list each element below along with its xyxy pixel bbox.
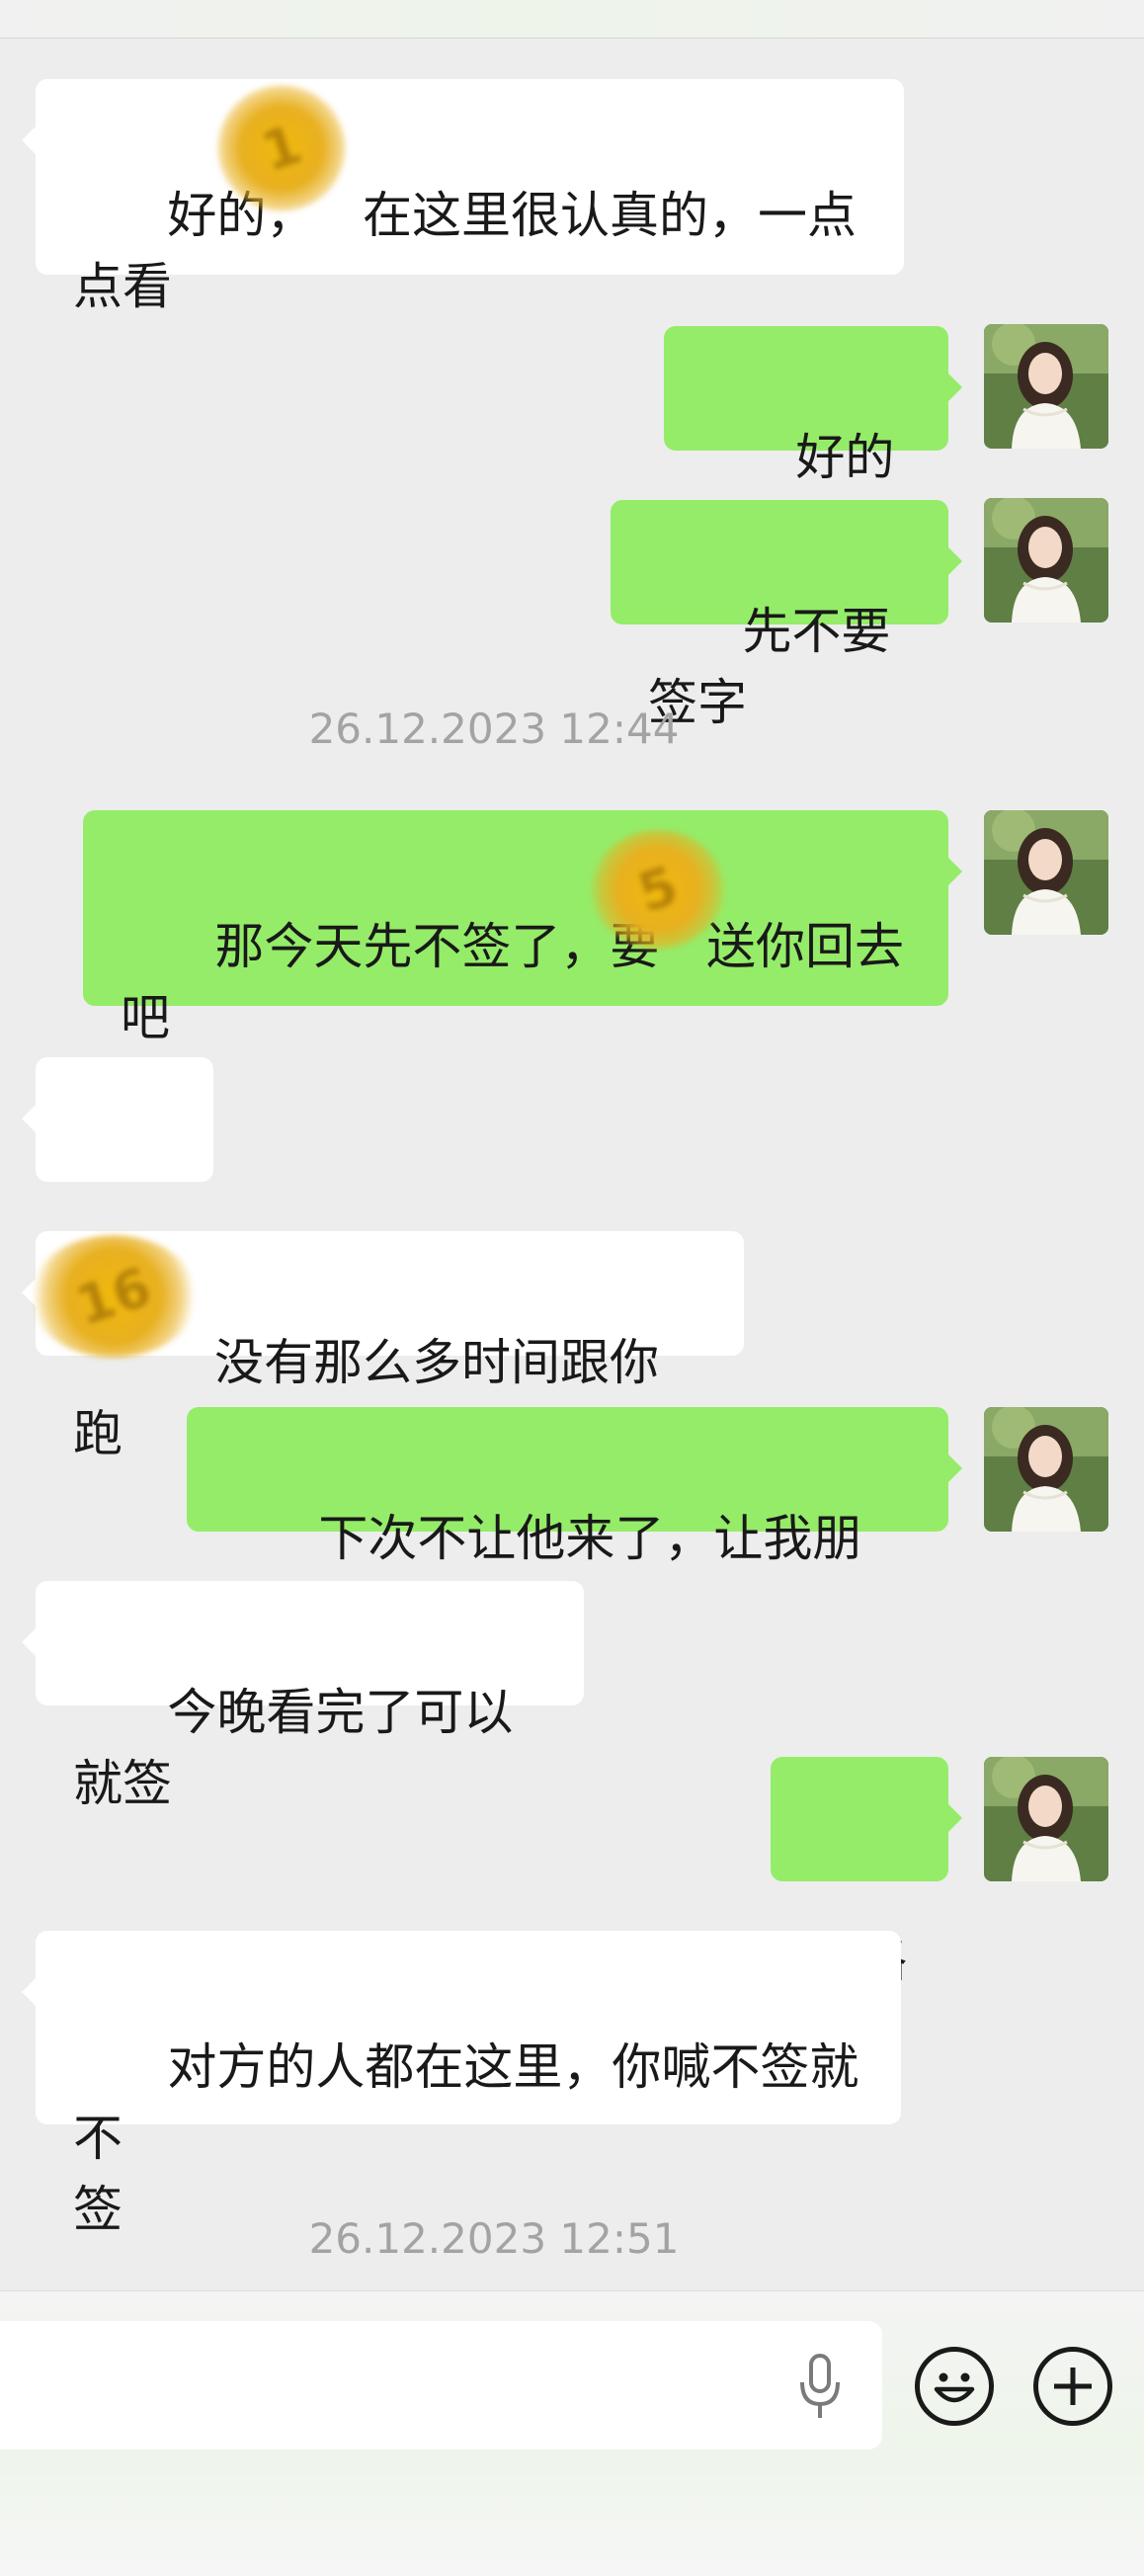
message-bubble-outgoing[interactable]: 那今天先不签了，要 送你回去 吧 <box>83 810 962 1046</box>
message-bubble-outgoing[interactable]: 好的好的 <box>664 326 962 557</box>
message-bubble-incoming[interactable]: 不急 <box>22 1057 213 1288</box>
avatar[interactable] <box>984 498 1108 623</box>
timestamp: 26.12.2023 12:51 <box>308 2214 680 2263</box>
timestamp: 26.12.2023 12:44 <box>308 705 680 753</box>
microphone-icon[interactable] <box>790 2353 850 2422</box>
message-bubble-outgoing[interactable]: 好咯 <box>771 1757 962 1988</box>
avatar-photo-icon <box>984 324 1108 449</box>
input-bar <box>0 2290 1144 2576</box>
avatar[interactable] <box>984 324 1108 449</box>
message-bubble-outgoing[interactable]: 下次不让他来了，让我朋友来 <box>187 1407 962 1638</box>
emoji-icon <box>934 2372 975 2403</box>
message-bubble-incoming[interactable]: 对方的人都在这里，你喊不签就不 签 <box>22 1931 901 2238</box>
plus-button[interactable] <box>1033 2347 1112 2426</box>
message-input[interactable] <box>0 2321 882 2450</box>
avatar-photo-icon <box>984 810 1108 935</box>
avatar[interactable] <box>984 1407 1108 1532</box>
avatar[interactable] <box>984 1757 1108 1881</box>
message-bubble-incoming[interactable]: 好的， 在这里很认真的，一点 点看 <box>22 79 904 315</box>
message-bubble-incoming[interactable]: 没有那么多时间跟你跑 <box>22 1231 744 1462</box>
avatar-photo-icon <box>984 1757 1108 1881</box>
avatar-photo-icon <box>984 1407 1108 1532</box>
chat-history[interactable]: 好的， 在这里很认真的，一点 点看 1 好的好的 先不要签字 <box>0 38 1144 2290</box>
avatar[interactable] <box>984 810 1108 935</box>
message-bubble-incoming[interactable]: 今晚看完了可以就签 <box>22 1581 584 1812</box>
plus-icon <box>1054 2368 1092 2405</box>
message-text: 对方的人都在这里，你喊不签就不 签 <box>73 2038 859 2238</box>
avatar-photo-icon <box>984 498 1108 623</box>
message-bubble-outgoing[interactable]: 先不要签字 <box>611 500 962 731</box>
message-text: 那今天先不签了，要 送你回去 吧 <box>121 918 905 1046</box>
message-text: 好的， 在这里很认真的，一点 点看 <box>73 187 858 315</box>
message-text: 今晚看完了可以就签 <box>73 1684 514 1812</box>
emoji-button[interactable] <box>915 2347 994 2426</box>
top-status-strip <box>0 0 1144 39</box>
